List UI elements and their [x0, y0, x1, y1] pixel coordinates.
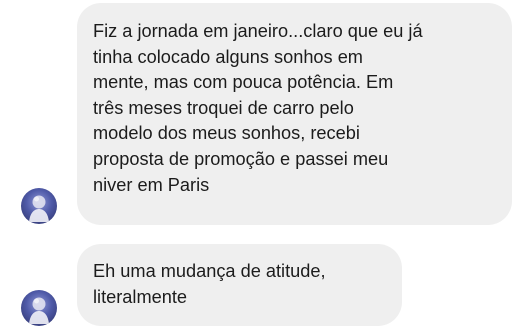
message-text-line: literalmente: [93, 286, 188, 307]
message-bubble[interactable]: Fiz a jornada em janeiro...claro que eu …: [77, 3, 512, 225]
message-text-line: niver em Paris: [93, 174, 210, 195]
message-text-line: modelo dos meus sonhos, recebi: [93, 123, 360, 144]
message-text-line: proposta de promoção e passei meu: [93, 148, 389, 169]
message-text-line: mente, mas com pouca potência. Em: [93, 72, 394, 93]
message-text-line: Fiz a jornada em janeiro...claro que eu …: [93, 21, 423, 41]
sender-avatar[interactable]: [21, 188, 57, 224]
message-bubble[interactable]: Eh uma mudança de atitude, literalmente: [77, 244, 402, 326]
message-thread: Fiz a jornada em janeiro...claro que eu …: [0, 0, 521, 336]
profile-photo-icon: [29, 297, 49, 324]
message-text-line: três meses troquei de carro pelo: [93, 97, 354, 118]
sender-avatar[interactable]: [21, 290, 57, 326]
profile-photo-icon: [29, 195, 49, 222]
message-text-line: Eh uma mudança de atitude,: [93, 261, 326, 281]
message-text-line: tinha colocado alguns sonhos em: [93, 46, 363, 67]
